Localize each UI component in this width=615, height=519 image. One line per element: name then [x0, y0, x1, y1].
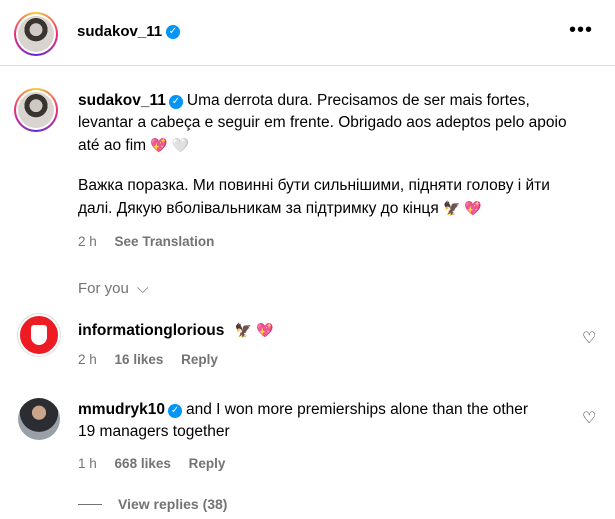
- comment-item: mmudryk10 ✓ and I won more premierships al…: [0, 392, 615, 482]
- like-heart-icon[interactable]: ♡: [582, 408, 596, 428]
- for-you-label: For you: [78, 280, 129, 297]
- see-translation-link[interactable]: See Translation: [115, 234, 215, 249]
- comment-time: 1 h: [78, 456, 97, 471]
- comment-time: 2 h: [78, 352, 97, 367]
- verified-check-icon: ✓: [168, 95, 183, 109]
- comment-item: informationglorious 🦅 💖 ♡ 2 h 16 likes R…: [0, 308, 615, 378]
- caption-time: 2 h: [78, 234, 97, 249]
- commenter-avatar[interactable]: [18, 398, 60, 440]
- comment-emoji: 🦅 💖: [234, 322, 274, 338]
- chevron-down-icon: ⌵: [137, 280, 149, 297]
- comment-text: mmudryk10 ✓ and I won more premierships al…: [78, 399, 548, 443]
- replies-divider-line: [78, 504, 102, 505]
- verified-check-icon: ✓: [166, 25, 180, 39]
- caption-username[interactable]: sudakov_11: [78, 92, 166, 109]
- benfica-crest-icon: [31, 325, 47, 345]
- comment-likes[interactable]: 668 likes: [115, 456, 171, 471]
- caption-paragraph-uk: Важка поразка. Ми повинні бути сильнішим…: [78, 175, 588, 220]
- header-username[interactable]: sudakov_11: [77, 23, 162, 40]
- caption-emoji-uk: 🦅 💖: [443, 200, 482, 216]
- caption-paragraph-pt: sudakov_11 ✓ Uma derrota dura. Precisamos …: [78, 90, 588, 157]
- view-replies-button[interactable]: View replies (38): [78, 496, 227, 512]
- comment-text: informationglorious 🦅 💖: [78, 319, 558, 342]
- comment-meta: 2 h 16 likes Reply: [78, 352, 232, 367]
- comment-likes[interactable]: 16 likes: [115, 352, 164, 367]
- commenter-avatar[interactable]: [18, 314, 60, 356]
- like-heart-icon[interactable]: ♡: [582, 328, 596, 348]
- comment-meta: 1 h 668 likes Reply: [78, 456, 239, 471]
- caption-emoji-pt: 💖 🤍: [150, 137, 190, 153]
- verified-check-icon: ✓: [168, 404, 183, 418]
- commenter-username[interactable]: informationglorious: [78, 322, 224, 339]
- post-header: sudakov_11 ✓ •••: [0, 0, 615, 66]
- post-caption: sudakov_11 ✓ Uma derrota dura. Precisamos …: [78, 90, 588, 220]
- caption-meta: 2 h See Translation: [78, 234, 228, 249]
- header-avatar[interactable]: [14, 12, 58, 56]
- reply-button[interactable]: Reply: [189, 456, 226, 471]
- caption-avatar[interactable]: [14, 88, 58, 132]
- commenter-username[interactable]: mmudryk10: [78, 401, 165, 418]
- view-replies-label: View replies (38): [118, 496, 228, 512]
- more-options-icon[interactable]: •••: [569, 20, 593, 44]
- comment-sort-dropdown[interactable]: For you ⌵: [78, 280, 148, 297]
- reply-button[interactable]: Reply: [181, 352, 218, 367]
